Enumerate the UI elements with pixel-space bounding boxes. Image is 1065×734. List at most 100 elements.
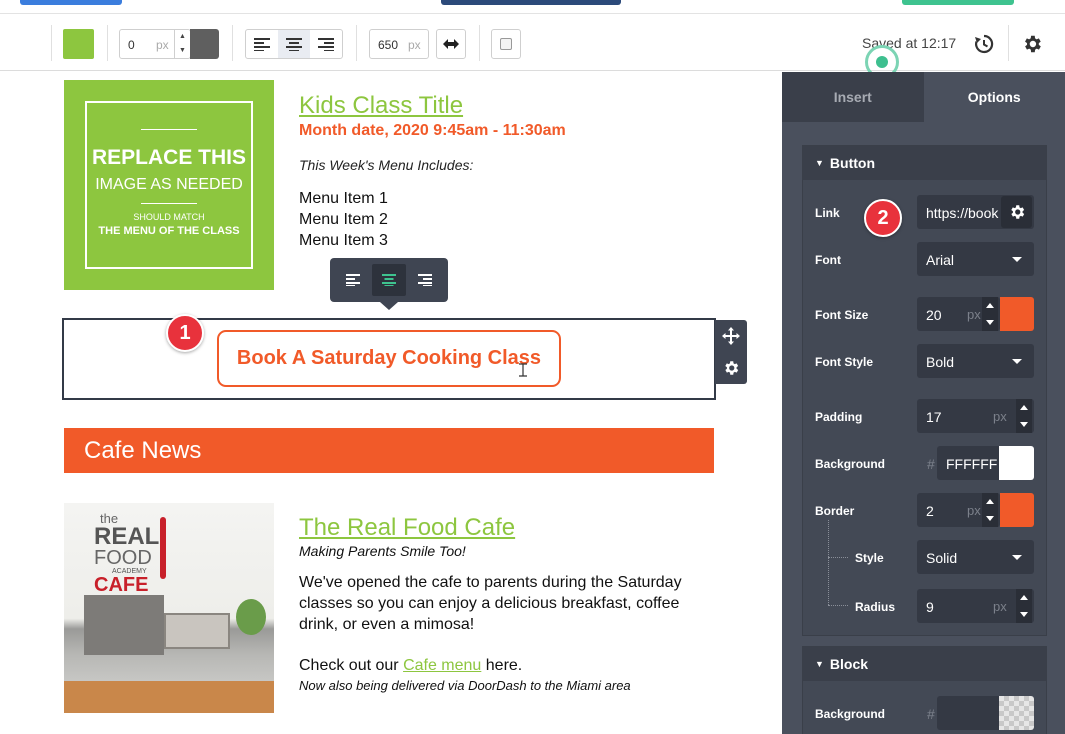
stepper-down-icon[interactable] (1016, 416, 1032, 433)
pastry-case (164, 613, 230, 649)
tree-connector (828, 520, 829, 605)
chevron-down-icon (1012, 555, 1022, 560)
border-width-unit: px (156, 38, 169, 52)
espresso-machine (84, 595, 164, 655)
popover-align-right[interactable] (408, 264, 442, 296)
cafe-news-header[interactable]: Cafe News (64, 428, 714, 473)
border-color-swatch[interactable] (1000, 493, 1034, 527)
font-select[interactable]: Arial (917, 242, 1034, 276)
kids-class-title[interactable]: Kids Class Title (299, 92, 463, 120)
top-center-button[interactable] (441, 0, 621, 5)
full-width-button[interactable] (436, 29, 466, 59)
radius-unit: px (993, 599, 1007, 614)
gear-icon (1010, 205, 1024, 219)
cafe-menu-link[interactable]: Cafe menu (403, 657, 481, 674)
image-text-4: THE MENU OF THE CLASS (98, 225, 240, 237)
stepper-up-icon[interactable] (1016, 589, 1032, 606)
knife-sign (160, 517, 166, 579)
move-icon[interactable] (722, 327, 740, 345)
content-width-input[interactable]: 650 px (369, 29, 429, 59)
font-style-label: Font Style (815, 355, 874, 369)
settings-gear-icon[interactable] (1021, 33, 1043, 55)
stepper-down-icon[interactable]: ▼ (175, 44, 190, 58)
stepper-down-icon[interactable] (1016, 606, 1032, 623)
border-width-input[interactable]: 0 px ▲ ▼ (119, 29, 191, 59)
cafe-sign-cafe: CAFE (94, 574, 149, 596)
kids-class-date: Month date, 2020 9:45am - 11:30am (299, 122, 566, 139)
cafe-check-line: Check out our Cafe menu here. (299, 657, 522, 675)
cafe-title[interactable]: The Real Food Cafe (299, 514, 515, 542)
tree-connector (828, 605, 848, 606)
font-size-input[interactable]: 20 px (917, 297, 1000, 331)
stepper-up-icon[interactable] (982, 297, 998, 314)
align-center-button[interactable] (278, 30, 310, 58)
image-rule (141, 129, 197, 130)
cafe-photo[interactable]: the REAL FOOD ACADEMY CAFE (64, 503, 274, 713)
stepper-up-icon[interactable]: ▲ (175, 30, 190, 44)
align-right-button[interactable] (310, 30, 342, 58)
font-style-value: Bold (926, 354, 955, 370)
radius-value: 9 (926, 599, 934, 615)
block-section-header[interactable]: ▼ Block (803, 647, 1046, 681)
background-color-swatch[interactable] (999, 446, 1034, 480)
font-color-swatch[interactable] (1000, 297, 1034, 331)
stepper-up-icon[interactable] (1016, 399, 1032, 416)
horizontal-arrows-icon (443, 39, 459, 49)
align-right-icon (318, 38, 334, 51)
text-cursor-icon (519, 363, 527, 377)
stepper-up-icon[interactable] (982, 493, 998, 510)
border-color-swatch[interactable] (190, 29, 219, 59)
radius-input[interactable]: 9 px (917, 589, 1034, 623)
top-right-button[interactable] (902, 0, 1014, 5)
link-settings-button[interactable] (1001, 196, 1032, 228)
button-section-header[interactable]: ▼ Button (803, 146, 1046, 180)
menu-item: Menu Item 3 (299, 232, 388, 249)
stepper-down-icon[interactable] (982, 314, 998, 331)
block-background-label: Background (815, 707, 886, 721)
toolbar-divider (107, 25, 108, 61)
padding-stepper[interactable] (1016, 399, 1032, 433)
tab-insert[interactable]: Insert (782, 72, 924, 122)
tab-options[interactable]: Options (923, 72, 1065, 122)
background-hex-input[interactable]: FFFFFF (937, 446, 999, 480)
font-style-select[interactable]: Bold (917, 344, 1034, 378)
checkbox-toggle-button[interactable] (491, 29, 521, 59)
cta-button[interactable]: Book A Saturday Cooking Class (217, 330, 561, 387)
toolbar-divider (479, 25, 480, 61)
history-icon[interactable] (974, 34, 994, 54)
collapse-caret-icon: ▼ (815, 158, 824, 168)
padding-input[interactable]: 17 px (917, 399, 1034, 433)
cafe-body: We've opened the cafe to parents during … (299, 574, 682, 633)
top-left-button[interactable] (20, 0, 122, 5)
background-label: Background (815, 457, 886, 471)
border-stepper[interactable] (982, 493, 998, 527)
font-size-stepper[interactable] (982, 297, 998, 331)
link-value: https://book (926, 205, 999, 221)
block-settings-gear-icon[interactable] (722, 359, 740, 377)
text-color-swatch[interactable] (63, 29, 94, 59)
border-input[interactable]: 2 px (917, 493, 1000, 527)
font-size-unit: px (967, 307, 981, 322)
align-left-button[interactable] (246, 30, 278, 58)
border-style-select[interactable]: Solid (917, 540, 1034, 574)
block-background-hash: # (927, 706, 935, 722)
collapse-caret-icon: ▼ (815, 659, 824, 669)
toolbar-divider (356, 25, 357, 61)
block-background-swatch[interactable] (999, 696, 1034, 730)
popover-align-center[interactable] (372, 264, 406, 296)
border-width-stepper[interactable]: ▲ ▼ (174, 30, 190, 58)
popover-align-left[interactable] (336, 264, 370, 296)
chevron-down-icon (1012, 359, 1022, 364)
stepper-down-icon[interactable] (982, 510, 998, 527)
align-center-icon (286, 38, 302, 51)
kids-class-image[interactable]: REPLACE THIS IMAGE AS NEEDED SHOULD MATC… (64, 80, 274, 290)
step-badge-1: 1 (166, 314, 204, 352)
block-background-hex-input[interactable] (937, 696, 999, 730)
font-size-label: Font Size (815, 308, 869, 322)
image-text-3: SHOULD MATCH (133, 212, 205, 222)
border-unit: px (967, 503, 981, 518)
radius-stepper[interactable] (1016, 589, 1032, 623)
toolbar-divider (51, 25, 52, 61)
cafe-check-prefix: Check out our (299, 657, 404, 674)
background-hash: # (927, 456, 935, 472)
